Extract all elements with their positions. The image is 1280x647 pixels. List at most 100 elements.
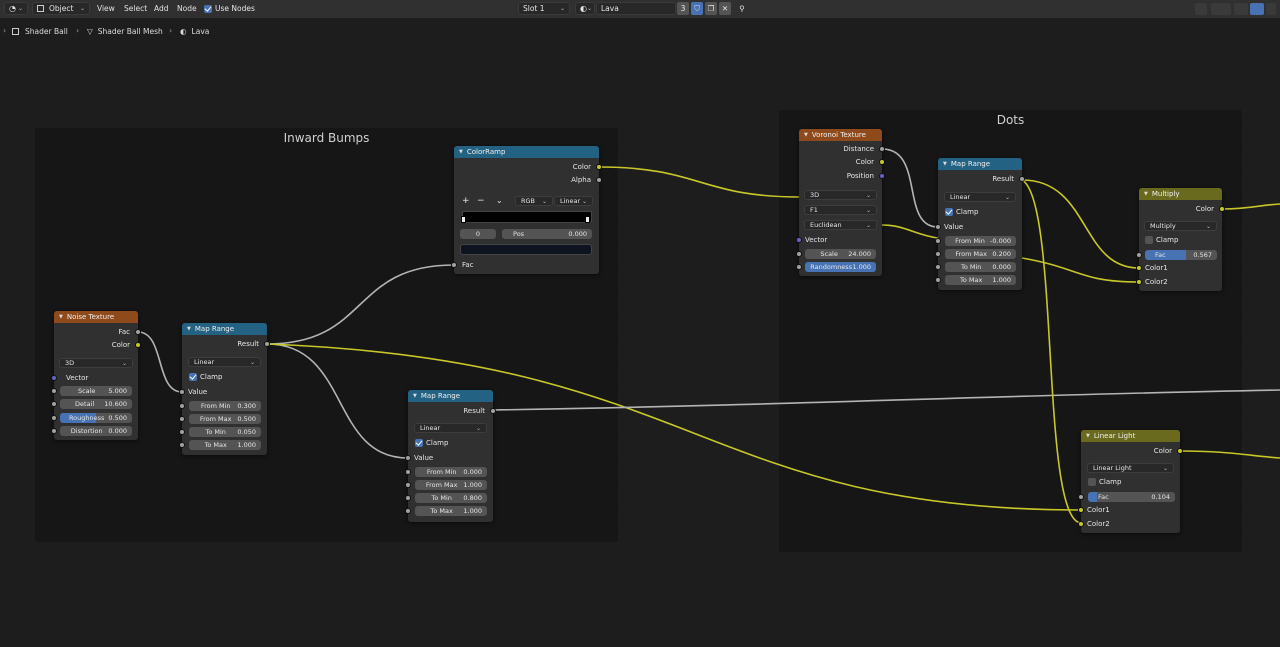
input-socket-to-min[interactable] <box>935 264 941 270</box>
node-noise-texture[interactable]: ▼ Noise Texture Fac Color 3D ⌄ Vector Scal… <box>51 311 141 440</box>
overlay-icon[interactable] <box>1211 3 1231 15</box>
input-socket-from-min[interactable] <box>935 238 941 244</box>
input-socket-roughness[interactable] <box>51 415 57 421</box>
field-detail[interactable]: Detail 10.600 <box>60 399 132 409</box>
field-to-max[interactable]: To Max 1.000 <box>415 506 487 516</box>
sidebar-toggle-icon[interactable] <box>1250 3 1264 15</box>
menu-add[interactable]: Add <box>154 4 169 13</box>
menu-node[interactable]: Node <box>177 4 197 13</box>
parent-node-tree-icon[interactable] <box>1195 3 1207 15</box>
output-socket-color[interactable] <box>879 159 885 165</box>
menu-view[interactable]: View <box>97 4 115 13</box>
toolbar-toggle-icon[interactable] <box>1266 3 1276 15</box>
distance-metric-dropdown[interactable]: Euclidean ⌄ <box>804 220 877 230</box>
input-socket-color2[interactable] <box>1078 521 1084 527</box>
output-socket-alpha[interactable] <box>596 177 602 183</box>
output-socket-color[interactable] <box>596 164 602 170</box>
input-socket-to-min[interactable] <box>405 495 411 501</box>
editor-type-dropdown[interactable]: ◔ ⌄ <box>4 2 28 15</box>
field-from-min[interactable]: From Min 0.000 <box>415 467 487 477</box>
field-fac[interactable]: Fac 0.567 <box>1145 250 1217 260</box>
input-socket-to-min[interactable] <box>179 429 185 435</box>
stop-position-field[interactable]: Pos 0.000 <box>502 229 592 239</box>
input-socket-to-max[interactable] <box>405 508 411 514</box>
input-socket-scale[interactable] <box>51 388 57 394</box>
add-stop-button[interactable]: + <box>462 196 470 206</box>
field-to-max[interactable]: To Max 1.000 <box>189 440 261 450</box>
remove-stop-button[interactable]: − <box>477 196 485 206</box>
input-socket-fac[interactable] <box>1136 252 1142 258</box>
collapse-chevron-icon[interactable]: ▼ <box>187 326 191 332</box>
collapse-chevron-icon[interactable]: ▼ <box>1144 191 1148 197</box>
clamp-checkbox[interactable] <box>945 208 953 216</box>
ramp-interpolation-dropdown[interactable]: Linear ⌄ <box>554 196 593 206</box>
node-header[interactable]: ▼ Linear Light <box>1081 430 1180 442</box>
input-socket-vector[interactable] <box>51 375 57 381</box>
field-roughness[interactable]: Roughness 0.500 <box>60 413 132 423</box>
color-mode-dropdown[interactable]: RGB ⌄ <box>515 196 553 206</box>
input-socket-from-min[interactable] <box>179 403 185 409</box>
field-distortion[interactable]: Distortion 0.000 <box>60 426 132 436</box>
dimensions-dropdown[interactable]: 3D ⌄ <box>804 190 877 200</box>
node-header[interactable]: ▼ Multiply <box>1139 188 1222 200</box>
interpolation-dropdown[interactable]: Linear ⌄ <box>188 357 261 367</box>
node-map-range-2[interactable]: ▼ Map Range Result Linear ⌄ Clamp Value Fr… <box>405 390 496 522</box>
field-to-min[interactable]: To Min 0.000 <box>945 262 1016 272</box>
input-socket-from-min[interactable] <box>405 469 411 475</box>
stop-color-swatch[interactable] <box>460 244 592 255</box>
field-to-min[interactable]: To Min 0.800 <box>415 493 487 503</box>
material-browse-button[interactable]: ◐ ⌄ <box>575 2 595 15</box>
pin-icon[interactable]: ⚲ <box>736 2 748 15</box>
color-ramp-gradient[interactable] <box>462 211 592 223</box>
node-linear-light[interactable]: ▼ Linear Light Color Linear Light ⌄ Clamp … <box>1078 430 1183 533</box>
material-name-field[interactable]: Lava <box>596 2 676 15</box>
node-map-range-3[interactable]: ▼ Map Range Result Linear ⌄ Clamp Value Fr… <box>935 158 1025 290</box>
output-socket-color[interactable] <box>135 342 141 348</box>
blend-mode-dropdown[interactable]: Multiply ⌄ <box>1144 221 1217 231</box>
node-header[interactable]: ▼ Noise Texture <box>54 311 138 323</box>
color-stop-handle-right[interactable] <box>585 216 590 223</box>
output-socket-result[interactable] <box>490 408 496 414</box>
collapse-chevron-icon[interactable]: ▼ <box>1086 433 1090 439</box>
collapse-chevron-icon[interactable]: ▼ <box>459 149 463 155</box>
node-header[interactable]: ▼ Map Range <box>408 390 493 402</box>
output-socket-result[interactable] <box>264 341 270 347</box>
field-randomness[interactable]: Randomness 1.000 <box>805 262 876 272</box>
node-voronoi-texture[interactable]: ▼ Voronoi Texture Distance Color Position… <box>796 129 885 276</box>
clamp-checkbox[interactable] <box>415 439 423 447</box>
input-socket-color2[interactable] <box>1136 279 1142 285</box>
clamp-checkbox[interactable] <box>1145 236 1153 244</box>
slot-dropdown[interactable]: Slot 1 ⌄ <box>518 2 570 15</box>
collapse-chevron-icon[interactable]: ▼ <box>413 393 417 399</box>
input-socket-distortion[interactable] <box>51 428 57 434</box>
field-scale[interactable]: Scale 24.000 <box>805 249 876 259</box>
clamp-toggle[interactable]: Clamp <box>1088 477 1121 487</box>
clamp-toggle[interactable]: Clamp <box>189 372 222 382</box>
input-socket-vector[interactable] <box>796 237 802 243</box>
node-header[interactable]: ▼ ColorRamp <box>454 146 599 158</box>
node-multiply[interactable]: ▼ Multiply Color Multiply ⌄ Clamp Fac 0.567… <box>1136 188 1225 291</box>
interpolation-dropdown[interactable]: Linear ⌄ <box>414 423 487 433</box>
field-from-max[interactable]: From Max 1.000 <box>415 480 487 490</box>
clamp-toggle[interactable]: Clamp <box>1145 235 1178 245</box>
node-map-range-1[interactable]: ▼ Map Range Result Linear ⌄ Clamp Value Fr… <box>179 323 270 455</box>
node-header[interactable]: ▼ Voronoi Texture <box>799 129 882 141</box>
field-scale[interactable]: Scale 5.000 <box>60 386 132 396</box>
output-socket-fac[interactable] <box>135 329 141 335</box>
field-to-max[interactable]: To Max 1.000 <box>945 275 1016 285</box>
input-socket-to-max[interactable] <box>179 442 185 448</box>
output-socket-distance[interactable] <box>879 146 885 152</box>
input-socket-from-max[interactable] <box>935 251 941 257</box>
duplicate-material-icon[interactable]: ❐ <box>705 2 717 15</box>
input-socket-fac[interactable] <box>1078 494 1084 500</box>
field-fac[interactable]: Fac 0.104 <box>1088 492 1175 502</box>
use-nodes-toggle[interactable]: Use Nodes <box>204 2 255 15</box>
input-socket-scale[interactable] <box>796 251 802 257</box>
field-from-max[interactable]: From Max 0.500 <box>189 414 261 424</box>
input-socket-to-max[interactable] <box>935 277 941 283</box>
output-socket-color[interactable] <box>1219 206 1225 212</box>
node-header[interactable]: ▼ Map Range <box>938 158 1022 170</box>
input-socket-detail[interactable] <box>51 401 57 407</box>
clamp-checkbox[interactable] <box>1088 478 1096 486</box>
node-header[interactable]: ▼ Map Range <box>182 323 267 335</box>
